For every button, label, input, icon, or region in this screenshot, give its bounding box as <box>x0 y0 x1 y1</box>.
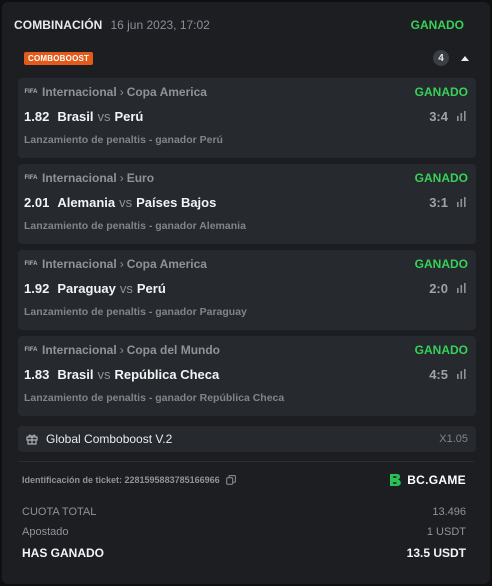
match-card[interactable]: FIFA Internacional › Copa America GANADO 1.82… <box>18 78 476 158</box>
comboboost-badge: COMBOBOOST <box>24 51 94 65</box>
bet-description: Lanzamiento de penaltis - ganador Perú <box>24 134 223 146</box>
match-score: 3:1 <box>429 194 448 210</box>
selection-count-badge: 4 <box>433 50 449 66</box>
home-team: Brasil <box>57 108 94 124</box>
bet-description: Lanzamiento de penaltis - ganador Paragu… <box>24 306 247 318</box>
versus-label: vs <box>97 366 111 382</box>
match-status: GANADO <box>414 343 468 357</box>
ticket-id-row: Identificación de ticket: 22815958837851… <box>22 470 466 490</box>
stats-chart-icon[interactable] <box>456 368 468 380</box>
match-status: GANADO <box>414 171 468 185</box>
match-header: FIFA Internacional › Copa America GANADO <box>24 84 469 100</box>
match-tournament: Euro <box>126 171 155 185</box>
bet-type-title: COMBINACIÓN <box>14 18 103 32</box>
match-header: FIFA Internacional › Copa America GANADO <box>24 256 469 272</box>
away-team: Perú <box>114 108 144 124</box>
chevron-right-icon: › <box>119 171 124 185</box>
gift-icon <box>26 434 38 445</box>
match-category: Internacional <box>42 85 117 99</box>
staked-row: Apostado 1 USDT <box>22 523 466 541</box>
ticket-id: Identificación de ticket: 22815958837851… <box>22 475 220 485</box>
match-line: 2.01 Alemania vs Países Bajos 3:1 <box>24 192 468 212</box>
away-team: Países Bajos <box>136 194 217 210</box>
winnings-value: 13.5 USDT <box>406 546 466 560</box>
match-line: 1.83 Brasil vs República Checa 4:5 <box>24 364 468 384</box>
match-tournament: Copa America <box>126 85 207 99</box>
fifa-logo-icon: FIFA <box>24 261 38 267</box>
chevron-right-icon: › <box>119 343 124 357</box>
match-header: FIFA Internacional › Euro GANADO <box>24 170 469 186</box>
home-team: Brasil <box>57 366 94 382</box>
staked-label: Apostado <box>22 526 69 538</box>
fifa-logo-icon: FIFA <box>24 347 38 353</box>
match-tournament: Copa del Mundo <box>126 343 221 357</box>
match-header: FIFA Internacional › Copa del Mundo GANADO <box>24 342 469 358</box>
winnings-row: HAS GANADO 13.5 USDT <box>22 544 466 562</box>
match-odds: 1.83 <box>24 366 50 382</box>
home-team: Paraguay <box>57 280 116 296</box>
bc-game-logo-icon <box>390 474 402 486</box>
match-category: Internacional <box>42 171 117 185</box>
match-card[interactable]: FIFA Internacional › Copa America GANADO 1.92… <box>18 250 476 330</box>
total-odds-value: 13.496 <box>432 506 466 518</box>
stats-chart-icon[interactable] <box>456 282 468 294</box>
match-category: Internacional <box>42 257 117 271</box>
fifa-logo-icon: FIFA <box>24 175 38 181</box>
match-score: 2:0 <box>429 280 448 296</box>
away-team: República Checa <box>114 366 220 382</box>
ticket-header: COMBINACIÓN 16 jun 2023, 17:02 GANADO <box>14 14 478 36</box>
match-odds: 1.82 <box>24 108 50 124</box>
match-tournament: Copa America <box>126 257 207 271</box>
global-comboboost-multiplier: X1.05 <box>439 433 468 445</box>
match-score: 3:4 <box>429 108 448 124</box>
bet-description: Lanzamiento de penaltis - ganador Aleman… <box>24 220 246 232</box>
bet-status: GANADO <box>410 18 464 32</box>
match-line: 1.92 Paraguay vs Perú 2:0 <box>24 278 468 298</box>
match-card[interactable]: FIFA Internacional › Copa del Mundo GANADO 1.… <box>18 336 476 416</box>
bet-date: 16 jun 2023, 17:02 <box>110 18 210 32</box>
versus-label: vs <box>97 108 111 124</box>
global-comboboost-row: Global Comboboost V.2 X1.05 <box>18 426 476 452</box>
chevron-right-icon: › <box>119 85 124 99</box>
brand-logo: BC.GAME <box>389 472 466 488</box>
divider <box>18 461 474 462</box>
chevron-right-icon: › <box>119 257 124 271</box>
bet-ticket-card: COMBINACIÓN 16 jun 2023, 17:02 GANADO CO… <box>2 2 490 584</box>
versus-label: vs <box>119 194 133 210</box>
comboboost-bar[interactable]: COMBOBOOST 4 <box>14 45 478 71</box>
fifa-logo-icon: FIFA <box>24 89 38 95</box>
match-score: 4:5 <box>429 366 448 382</box>
match-league: Internacional › Copa America <box>42 257 207 271</box>
match-card[interactable]: FIFA Internacional › Euro GANADO 2.01 Alemania… <box>18 164 476 244</box>
away-team: Perú <box>136 280 166 296</box>
match-category: Internacional <box>42 343 117 357</box>
bet-description: Lanzamiento de penaltis - ganador Repúbl… <box>24 392 285 404</box>
brand-name: BC.GAME <box>407 473 466 487</box>
total-odds-row: CUOTA TOTAL 13.496 <box>22 503 466 521</box>
stats-chart-icon[interactable] <box>456 196 468 208</box>
copy-icon[interactable] <box>225 475 236 485</box>
match-odds: 2.01 <box>24 194 50 210</box>
stats-chart-icon[interactable] <box>456 110 468 122</box>
collapse-caret-icon[interactable] <box>461 55 469 61</box>
home-team: Alemania <box>57 194 116 210</box>
match-status: GANADO <box>414 257 468 271</box>
match-status: GANADO <box>414 85 468 99</box>
match-league: Internacional › Euro <box>42 171 154 185</box>
global-comboboost-label: Global Comboboost V.2 <box>46 432 173 446</box>
winnings-label: HAS GANADO <box>22 546 105 560</box>
match-league: Internacional › Copa del Mundo <box>42 343 220 357</box>
total-odds-label: CUOTA TOTAL <box>22 506 97 518</box>
match-league: Internacional › Copa America <box>42 85 207 99</box>
match-line: 1.82 Brasil vs Perú 3:4 <box>24 106 468 126</box>
staked-value: 1 USDT <box>426 526 466 538</box>
versus-label: vs <box>119 280 133 296</box>
match-odds: 1.92 <box>24 280 50 296</box>
